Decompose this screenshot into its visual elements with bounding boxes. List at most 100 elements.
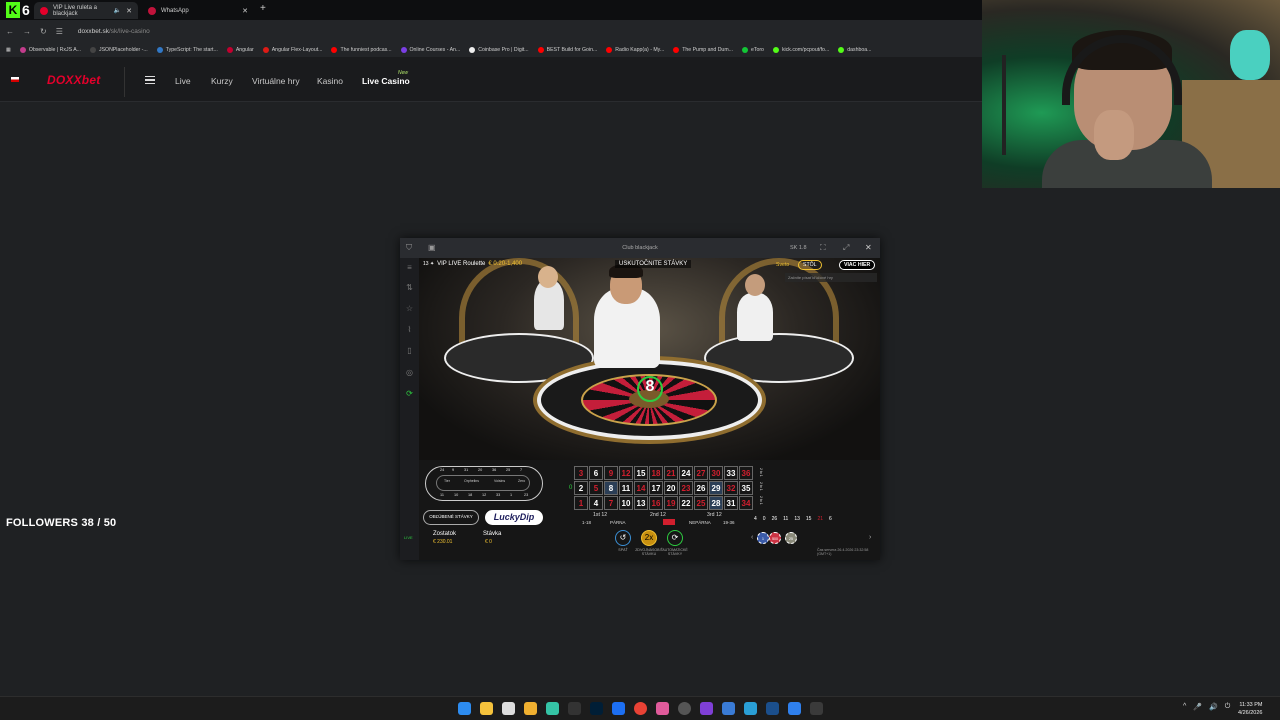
table-button[interactable]: STÔL: [798, 260, 822, 270]
new-tab-button[interactable]: +: [260, 3, 266, 14]
number-cell[interactable]: 24: [679, 466, 693, 480]
power-icon[interactable]: ⏻: [1225, 703, 1231, 711]
bookmark-item[interactable]: Radio Kapp(a) - My...: [606, 46, 664, 53]
number-cell[interactable]: 8: [604, 481, 618, 495]
back-icon[interactable]: ←: [6, 27, 14, 36]
sort-icon[interactable]: ⇅: [404, 283, 415, 294]
chip[interactable]: 25: [785, 532, 797, 544]
number-cell[interactable]: 29: [709, 481, 723, 495]
nav-live-casino[interactable]: Live Casino: [362, 76, 410, 86]
number-cell[interactable]: 3: [574, 466, 588, 480]
number-cell[interactable]: 23: [679, 481, 693, 495]
number-cell[interactable]: 28: [709, 496, 723, 510]
bookmark-item[interactable]: eToro: [741, 46, 764, 53]
number-cell[interactable]: 34: [739, 496, 753, 510]
number-cell[interactable]: 20: [664, 481, 678, 495]
close-tab-icon[interactable]: ✕: [242, 7, 248, 15]
number-cell[interactable]: 27: [694, 466, 708, 480]
tray-overflow-icon[interactable]: ^: [1183, 703, 1186, 711]
app-icon[interactable]: [656, 702, 669, 715]
forward-icon[interactable]: →: [23, 27, 31, 36]
app-icon[interactable]: [810, 702, 823, 715]
app-icon[interactable]: [612, 702, 625, 715]
bookmark-item[interactable]: Observable | RxJS A...: [19, 46, 81, 53]
bookmark-item[interactable]: TypeScript: The start...: [156, 46, 218, 53]
number-cell[interactable]: 32: [724, 481, 738, 495]
number-cell[interactable]: 17: [649, 481, 663, 495]
number-cell[interactable]: 18: [649, 466, 663, 480]
apps-grid-icon[interactable]: ▦: [6, 47, 11, 53]
number-cell[interactable]: 22: [679, 496, 693, 510]
number-cell[interactable]: 12: [619, 466, 633, 480]
chart-icon[interactable]: ⌇: [404, 325, 415, 336]
github-icon[interactable]: [678, 702, 691, 715]
bookmark-item[interactable]: kick.com/pcpout/fo...: [772, 46, 829, 53]
nav-kasino[interactable]: Kasino: [317, 76, 343, 86]
racetrack-zero[interactable]: Zero: [518, 479, 525, 483]
number-cell[interactable]: 16: [649, 496, 663, 510]
reload-icon[interactable]: ↻: [40, 27, 47, 36]
bookmark-item[interactable]: The funniest podcas...: [331, 46, 392, 53]
double-button[interactable]: 2x: [641, 530, 657, 546]
vscode-icon[interactable]: [788, 702, 801, 715]
number-cell[interactable]: 6: [589, 466, 603, 480]
game-search-input[interactable]: Začnite písať kľúčové hry: [785, 273, 877, 282]
autoplay-button[interactable]: ⟳: [667, 530, 683, 546]
number-cell[interactable]: 35: [739, 481, 753, 495]
fullscreen-icon[interactable]: ⛶: [820, 243, 826, 253]
close-game-icon[interactable]: ✕: [865, 243, 872, 252]
number-cell[interactable]: 36: [739, 466, 753, 480]
sveto-link[interactable]: Sveto: [776, 262, 789, 268]
racetrack-voisins[interactable]: Voisins: [494, 479, 505, 483]
number-cell[interactable]: 11: [619, 481, 633, 495]
nav-live[interactable]: Live: [175, 76, 191, 86]
nav-kurzy[interactable]: Kurzy: [211, 76, 233, 86]
number-cell[interactable]: 21: [664, 466, 678, 480]
low-bet[interactable]: 1-18: [582, 520, 591, 525]
number-cell[interactable]: 14: [634, 481, 648, 495]
app-icon[interactable]: [524, 702, 537, 715]
racetrack-bet-area[interactable]: Tier Orphelins Voisins Zero 24 9 31 20 3…: [425, 466, 543, 501]
popout-icon[interactable]: ⤢: [843, 243, 849, 253]
chip-right-arrow-icon[interactable]: ›: [869, 534, 871, 541]
photoshop-icon[interactable]: [590, 702, 603, 715]
number-cell[interactable]: 7: [604, 496, 618, 510]
chrome-icon[interactable]: [634, 702, 647, 715]
app-icon[interactable]: [744, 702, 757, 715]
app-icon[interactable]: [722, 702, 735, 715]
terminal-icon[interactable]: [568, 702, 581, 715]
ball-icon[interactable]: ◎: [404, 368, 415, 379]
speaker-icon[interactable]: 🔈: [114, 7, 121, 14]
steam-icon[interactable]: [766, 702, 779, 715]
number-cell[interactable]: 2: [574, 481, 588, 495]
tab-whatsapp[interactable]: WhatsApp ✕: [142, 2, 254, 19]
bookmark-item[interactable]: Angular: [226, 46, 254, 53]
high-bet[interactable]: 19-36: [723, 520, 735, 525]
refresh-icon[interactable]: ⟳: [404, 389, 415, 400]
bookmark-item[interactable]: BEST Build for Goin...: [537, 46, 597, 53]
even-bet[interactable]: PÁRNA: [610, 520, 626, 525]
url-field[interactable]: doxxbet.sk/sk/live-casino: [78, 28, 150, 35]
microphone-icon[interactable]: 🎤: [1193, 703, 1202, 711]
bookmark-item[interactable]: The Pump and Dum...: [673, 46, 733, 53]
number-cell[interactable]: 13: [634, 496, 648, 510]
number-cell[interactable]: 33: [724, 466, 738, 480]
app-icon[interactable]: [546, 702, 559, 715]
number-cell[interactable]: 31: [724, 496, 738, 510]
windows-start-icon[interactable]: [458, 702, 471, 715]
bookmark-item[interactable]: dashboa...: [838, 46, 871, 53]
odd-bet[interactable]: NEPÁRNA: [689, 520, 711, 525]
bookmark-item[interactable]: JSONPlaceholder -...: [90, 46, 148, 53]
site-logo[interactable]: DOXXbet: [47, 73, 100, 87]
app-icon[interactable]: [700, 702, 713, 715]
notepad-icon[interactable]: [502, 702, 515, 715]
favorite-bets-button[interactable]: OBĽÚBENÉ STÁVKY: [423, 510, 479, 525]
number-cell[interactable]: 25: [694, 496, 708, 510]
bookmark-item[interactable]: Angular Flex-Layout...: [262, 46, 322, 53]
column-bet-middle[interactable]: 2 to 1: [755, 482, 763, 491]
dozen-bet-2[interactable]: 2nd 12: [650, 512, 666, 518]
bookmark-item[interactable]: Online Courses - An...: [400, 46, 460, 53]
tab-vip-live-roulette[interactable]: VIP Live ruleta a blackjack 🔈 ✕: [34, 2, 138, 19]
luckydip-button[interactable]: LuckyDip: [485, 510, 543, 525]
number-cell[interactable]: 30: [709, 466, 723, 480]
